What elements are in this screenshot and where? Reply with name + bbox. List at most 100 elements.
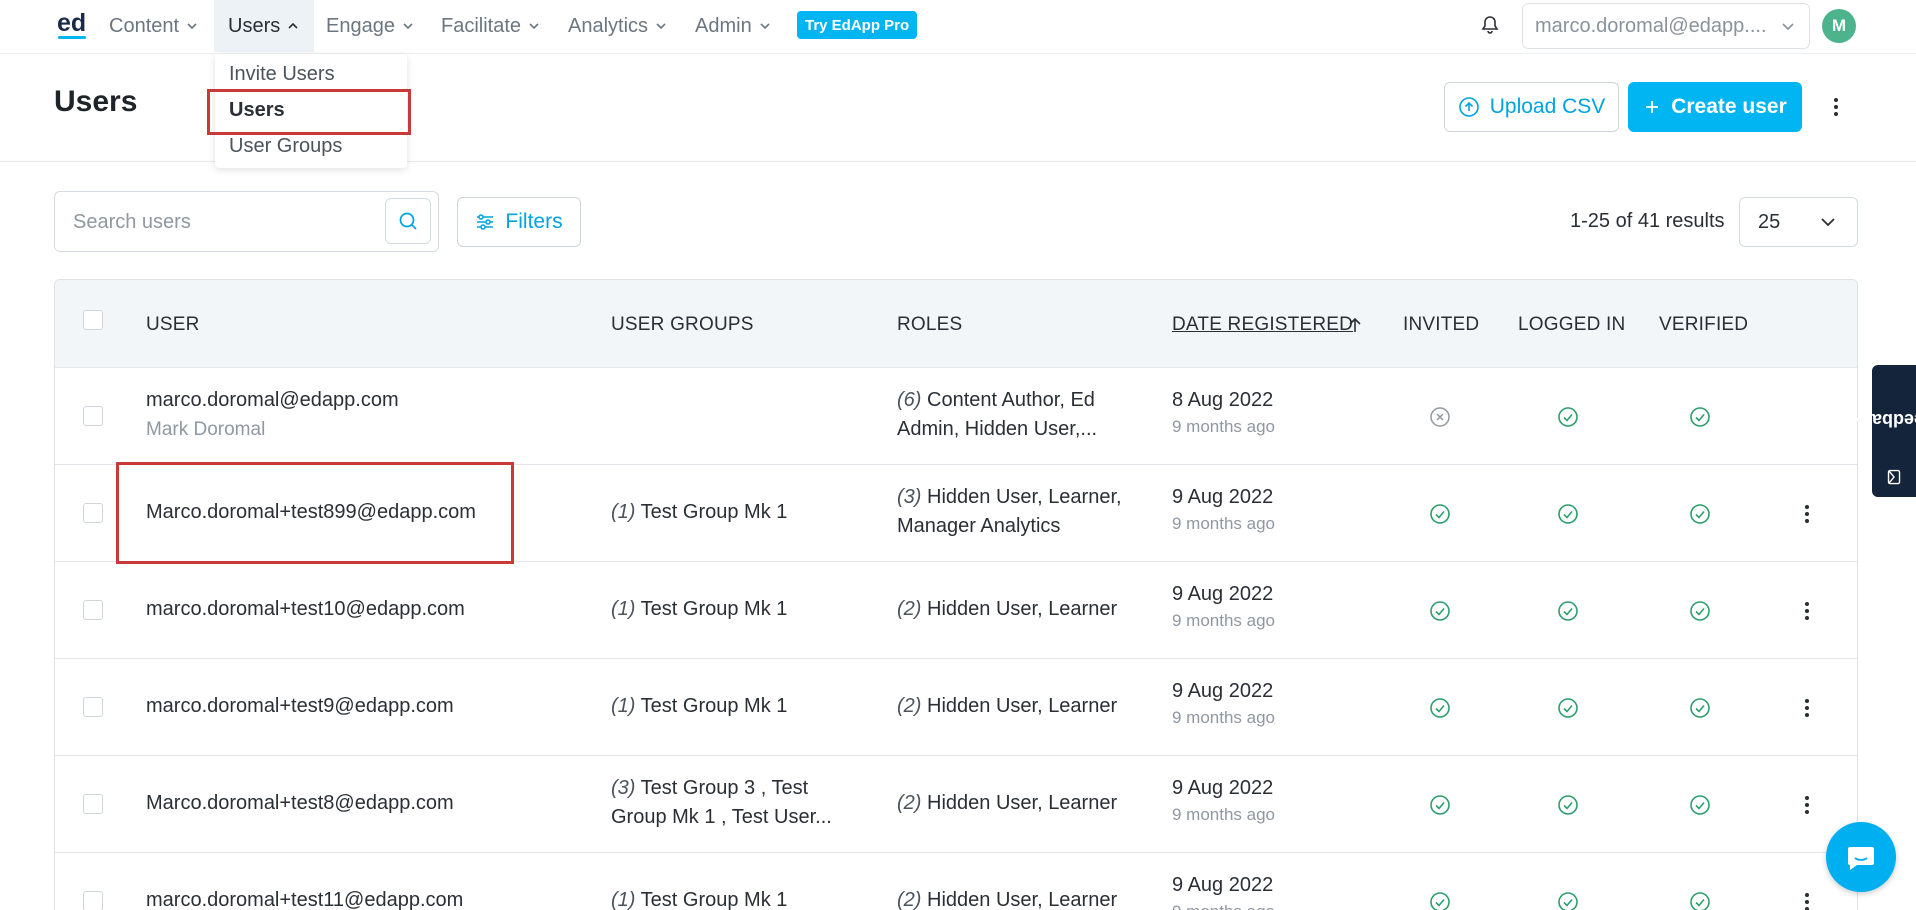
row-checkbox[interactable]	[83, 503, 103, 523]
user-email[interactable]: marco.doromal@edapp.com	[146, 386, 399, 415]
menu-item-invite-users[interactable]: Invite Users	[229, 63, 335, 86]
user-email[interactable]: Marco.doromal+test899@edapp.com	[146, 498, 476, 527]
filters-button[interactable]: Filters	[457, 197, 581, 247]
roles-text: Hidden User, Learner,	[927, 486, 1122, 508]
check-circle-icon	[1690, 892, 1710, 910]
column-header-user[interactable]: USER	[146, 314, 200, 336]
user-email[interactable]: marco.doromal+test11@edapp.com	[146, 886, 463, 910]
arrow-up-icon[interactable]	[1347, 316, 1363, 334]
date-cell: 9 Aug 2022 9 months ago	[1172, 483, 1275, 536]
column-header-invited[interactable]: INVITED	[1403, 314, 1479, 336]
try-pro-badge[interactable]: Try EdApp Pro	[797, 11, 918, 39]
nav-content[interactable]: Content	[109, 0, 199, 52]
table-row[interactable]: marco.doromal@edapp.com Mark Doromal (6)…	[55, 368, 1857, 465]
check-circle-icon	[1558, 504, 1578, 524]
user-groups-cell: (1) Test Group Mk 1	[611, 595, 787, 624]
nav-facilitate[interactable]: Facilitate	[441, 0, 541, 52]
table-row[interactable]: marco.doromal+test11@edapp.com (1) Test …	[55, 853, 1857, 910]
chevron-down-icon	[1782, 23, 1794, 31]
search-button[interactable]	[385, 198, 431, 244]
user-cell: marco.doromal@edapp.com Mark Doromal	[146, 386, 399, 444]
menu-item-users[interactable]: Users	[229, 99, 285, 122]
per-page-select[interactable]: 25	[1739, 197, 1858, 247]
select-all-checkbox[interactable]	[83, 310, 103, 330]
table-row[interactable]: Marco.doromal+test8@edapp.com (3) Test G…	[55, 756, 1857, 853]
row-checkbox[interactable]	[83, 891, 103, 910]
roles-cell: (2) Hidden User, Learner	[897, 595, 1117, 624]
groups-text: Test Group Mk 1	[640, 695, 788, 717]
roles-count: (2)	[897, 598, 922, 620]
check-circle-icon	[1430, 795, 1450, 815]
create-user-label: Create user	[1671, 95, 1787, 118]
date-relative: 9 months ago	[1172, 900, 1275, 910]
row-checkbox[interactable]	[83, 600, 103, 620]
account-switcher[interactable]: marco.doromal@edapp....	[1522, 3, 1810, 49]
groups-count: (1)	[611, 598, 636, 620]
column-header-date-registered[interactable]: DATE REGISTERED	[1172, 314, 1353, 336]
column-header-verified[interactable]: VERIFIED	[1659, 314, 1748, 336]
table-row[interactable]: marco.doromal+test9@edapp.com (1) Test G…	[55, 659, 1857, 756]
check-circle-icon	[1430, 601, 1450, 621]
check-circle-icon	[1558, 698, 1578, 718]
user-groups-cell: (1) Test Group Mk 1	[611, 886, 787, 910]
nav-users[interactable]: Users	[214, 0, 315, 52]
roles-cell: (3) Hidden User, Learner, Manager Analyt…	[897, 483, 1122, 541]
users-dropdown-menu: Invite Users Users User Groups	[215, 54, 407, 168]
nav-admin[interactable]: Admin	[695, 0, 772, 52]
check-circle-icon	[1558, 892, 1578, 910]
more-options-icon[interactable]	[1799, 600, 1815, 622]
roles-cell: (6) Content Author, Ed Admin, Hidden Use…	[897, 386, 1097, 444]
row-checkbox[interactable]	[83, 406, 103, 426]
roles-text: Hidden User, Learner	[927, 889, 1118, 910]
user-groups-cell: (1) Test Group Mk 1	[611, 692, 787, 721]
more-options-icon[interactable]	[1799, 697, 1815, 719]
search-input[interactable]	[73, 206, 373, 238]
check-circle-icon	[1690, 795, 1710, 815]
user-email[interactable]: Marco.doromal+test8@edapp.com	[146, 789, 454, 818]
column-header-logged-in[interactable]: LOGGED IN	[1518, 314, 1625, 336]
chat-icon	[1848, 847, 1874, 870]
avatar[interactable]: M	[1822, 9, 1856, 43]
table-row[interactable]: Marco.doromal+test899@edapp.com (1) Test…	[55, 465, 1857, 562]
nav-users-label: Users	[228, 14, 281, 37]
user-email[interactable]: marco.doromal+test10@edapp.com	[146, 595, 465, 624]
search-box	[54, 191, 439, 252]
roles-text: Hidden User, Learner	[927, 598, 1118, 620]
nav-engage[interactable]: Engage	[326, 0, 415, 52]
x-circle-icon	[1430, 407, 1450, 427]
nav-analytics[interactable]: Analytics	[568, 0, 668, 52]
bell-icon[interactable]	[1479, 14, 1501, 36]
feedback-tab[interactable]: Feedback	[1852, 365, 1916, 497]
edapp-logo-icon[interactable]: ed	[56, 8, 90, 42]
column-header-user-groups[interactable]: USER GROUPS	[611, 314, 754, 336]
chevron-down-icon	[1821, 218, 1835, 227]
date-relative: 9 months ago	[1172, 708, 1276, 727]
menu-item-user-groups[interactable]: User Groups	[229, 135, 342, 158]
upload-csv-label: Upload CSV	[1489, 95, 1606, 118]
row-checkbox[interactable]	[83, 697, 103, 717]
row-checkbox[interactable]	[83, 794, 103, 814]
more-options-icon[interactable]	[1799, 503, 1815, 525]
page-title: Users	[54, 85, 138, 118]
nav-admin-label: Admin	[695, 14, 752, 37]
create-user-button[interactable]: Create user	[1628, 82, 1802, 132]
chevron-down-icon	[656, 23, 666, 30]
more-options-icon[interactable]	[1799, 891, 1815, 910]
more-options-icon[interactable]	[1826, 95, 1846, 119]
date-relative: 9 months ago	[1172, 805, 1276, 824]
roles-cell: (2) Hidden User, Learner	[897, 692, 1117, 721]
nav-analytics-label: Analytics	[568, 14, 649, 37]
check-circle-icon	[1690, 698, 1710, 718]
chevron-down-icon	[529, 23, 539, 30]
date-relative: 9 months ago	[1172, 611, 1276, 630]
chat-launcher[interactable]	[1826, 822, 1896, 892]
column-header-roles[interactable]: ROLES	[897, 314, 962, 336]
more-options-icon[interactable]	[1799, 794, 1815, 816]
date-registered: 9 Aug 2022	[1172, 874, 1274, 896]
account-email: marco.doromal@edapp....	[1535, 14, 1767, 37]
groups-text: Test Group Mk 1	[640, 889, 788, 910]
upload-csv-button[interactable]: Upload CSV	[1444, 82, 1619, 132]
table-row[interactable]: marco.doromal+test10@edapp.com (1) Test …	[55, 562, 1857, 659]
user-email[interactable]: marco.doromal+test9@edapp.com	[146, 692, 454, 721]
date-registered: 9 Aug 2022	[1172, 583, 1274, 605]
